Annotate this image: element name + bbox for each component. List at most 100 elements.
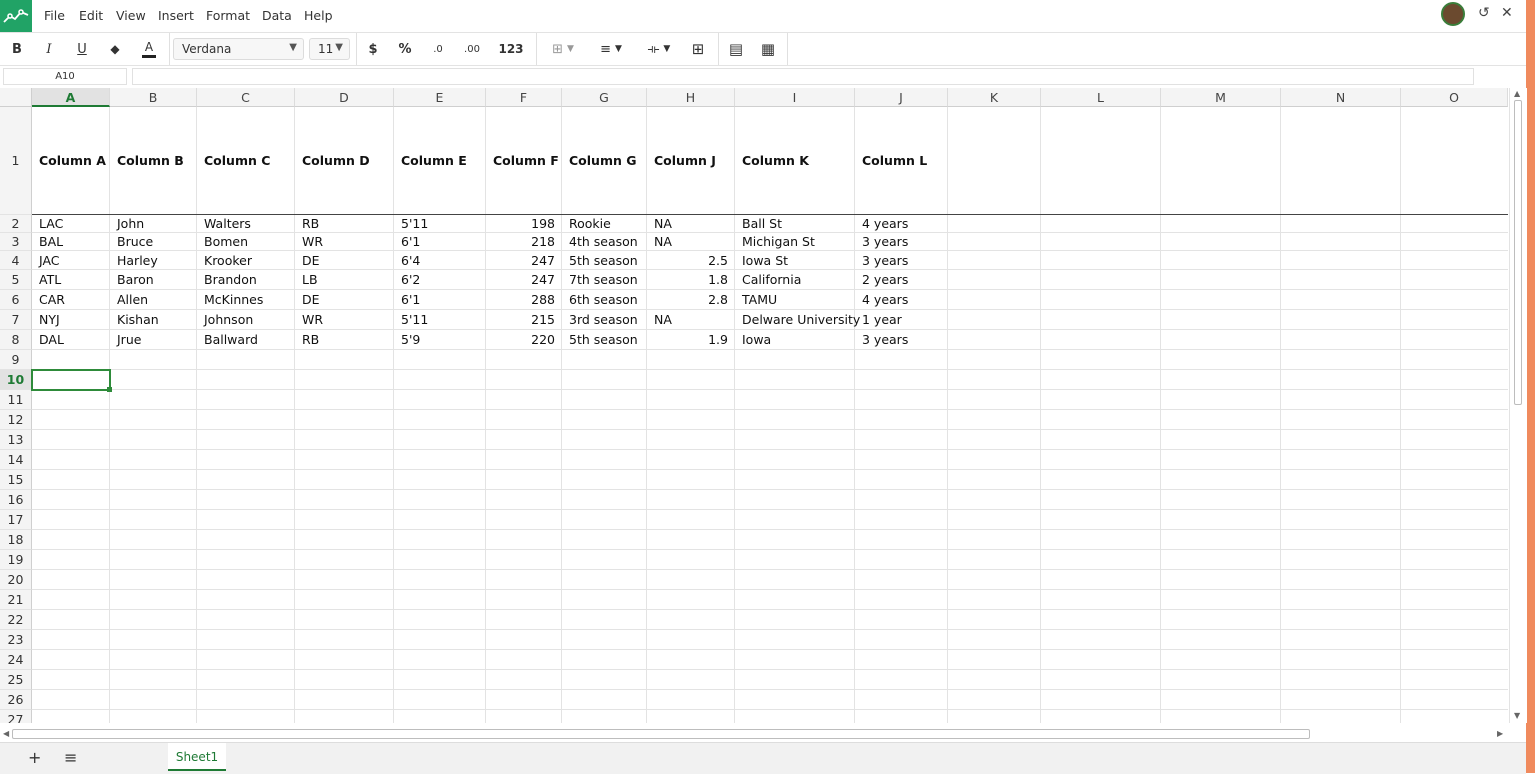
column-header-c[interactable]: C [197, 88, 295, 107]
row-header-1[interactable]: 1 [0, 107, 32, 215]
table-cell[interactable]: California [735, 270, 855, 290]
menu-format[interactable]: Format [206, 8, 250, 23]
table-cell[interactable]: 5'11 [394, 215, 486, 233]
sheet-tab-sheet1[interactable]: Sheet1 [168, 743, 226, 771]
table-cell[interactable]: 5'11 [394, 310, 486, 330]
menu-help[interactable]: Help [304, 8, 333, 23]
table-cell[interactable]: 4 years [855, 290, 948, 310]
row-header-10[interactable]: 10 [0, 370, 32, 390]
menu-view[interactable]: View [116, 8, 146, 23]
row-header-3[interactable]: 3 [0, 233, 32, 251]
text-color-button[interactable]: A [135, 33, 163, 65]
table-cell[interactable]: NA [647, 310, 735, 330]
table-cell[interactable]: DE [295, 290, 394, 310]
table-cell[interactable]: Delware University [735, 310, 860, 330]
table-cell[interactable]: 1.8 [647, 270, 735, 290]
table-cell[interactable]: TAMU [735, 290, 855, 310]
bold-button[interactable]: B [4, 33, 30, 65]
table-cell[interactable]: WR [295, 310, 394, 330]
table-cell[interactable]: Brandon [197, 270, 295, 290]
table-cell[interactable]: Bruce [110, 233, 197, 251]
table-cell[interactable]: 4 years [855, 215, 948, 233]
row-header-17[interactable]: 17 [0, 510, 32, 530]
column-header-e[interactable]: E [394, 88, 486, 107]
row-header-14[interactable]: 14 [0, 450, 32, 470]
table-cell[interactable]: 1.9 [647, 330, 735, 350]
header-cell[interactable]: Column A [32, 107, 110, 215]
table-cell[interactable]: DAL [32, 330, 110, 350]
table-cell[interactable]: 3 years [855, 330, 948, 350]
column-header-i[interactable]: I [735, 88, 855, 107]
row-header-26[interactable]: 26 [0, 690, 32, 710]
vertical-align-dropdown[interactable]: ⟛ ▼ [639, 33, 679, 65]
font-size-select[interactable]: 11 ▼ [309, 38, 350, 60]
row-header-25[interactable]: 25 [0, 670, 32, 690]
table-cell[interactable]: Walters [197, 215, 295, 233]
table-cell[interactable]: 5th season [562, 251, 647, 270]
row-header-8[interactable]: 8 [0, 330, 32, 350]
row-header-21[interactable]: 21 [0, 590, 32, 610]
increase-decimals-button[interactable]: .00 [459, 33, 485, 65]
header-cell[interactable]: Column B [110, 107, 197, 215]
table-cell[interactable]: 220 [486, 330, 562, 350]
selected-cell-outline[interactable] [31, 369, 111, 391]
table-cell[interactable]: NA [647, 233, 735, 251]
vertical-scroll-thumb[interactable] [1514, 100, 1522, 405]
borders-dropdown[interactable]: ⊞ ▼ [543, 33, 583, 65]
column-header-o[interactable]: O [1401, 88, 1508, 107]
table-cell[interactable]: 4th season [562, 233, 647, 251]
row-header-27[interactable]: 27 [0, 710, 32, 723]
table-cell[interactable]: 247 [486, 251, 562, 270]
table-cell[interactable]: Harley [110, 251, 197, 270]
table-cell[interactable]: Jrue [110, 330, 197, 350]
underline-button[interactable]: U [69, 33, 95, 65]
table-cell[interactable]: WR [295, 233, 394, 251]
table-cell[interactable]: RB [295, 330, 394, 350]
row-header-16[interactable]: 16 [0, 490, 32, 510]
user-avatar[interactable] [1441, 2, 1465, 26]
table-cell[interactable]: Johnson [197, 310, 295, 330]
table-cell[interactable]: 6th season [562, 290, 647, 310]
table-cell[interactable]: 6'1 [394, 233, 486, 251]
add-sheet-icon[interactable]: + [28, 748, 41, 767]
column-header-h[interactable]: H [647, 88, 735, 107]
currency-format-button[interactable]: $ [361, 33, 385, 65]
column-header-f[interactable]: F [486, 88, 562, 107]
spreadsheet-grid[interactable]: A B C D E F G H I J K L M N O 1 Column A Column B Column C… [0, 88, 1508, 723]
percent-format-button[interactable]: % [392, 33, 418, 65]
column-header-b[interactable]: B [110, 88, 197, 107]
insert-table-button[interactable]: ▦ [756, 33, 780, 65]
row-header-18[interactable]: 18 [0, 530, 32, 550]
vertical-scrollbar[interactable]: ▲ ▼ [1509, 88, 1527, 723]
table-cell[interactable]: 3rd season [562, 310, 647, 330]
table-cell[interactable]: 218 [486, 233, 562, 251]
table-cell[interactable]: Ballward [197, 330, 295, 350]
horizontal-scroll-thumb[interactable] [12, 729, 1310, 739]
header-cell[interactable]: Column J [647, 107, 735, 215]
table-cell[interactable]: 6'1 [394, 290, 486, 310]
row-header-9[interactable]: 9 [0, 350, 32, 370]
fill-handle[interactable] [107, 387, 112, 392]
header-cell[interactable]: Column D [295, 107, 394, 215]
table-cell[interactable]: LB [295, 270, 394, 290]
table-cell[interactable]: BAL [32, 233, 110, 251]
table-cell[interactable]: 3 years [855, 233, 948, 251]
row-header-15[interactable]: 15 [0, 470, 32, 490]
horizontal-align-dropdown[interactable]: ≡ ▼ [591, 33, 631, 65]
table-cell[interactable]: 2.8 [647, 290, 735, 310]
table-cell[interactable]: NYJ [32, 310, 110, 330]
table-cell[interactable]: Krooker [197, 251, 295, 270]
row-header-22[interactable]: 22 [0, 610, 32, 630]
table-cell[interactable]: 288 [486, 290, 562, 310]
row-header-13[interactable]: 13 [0, 430, 32, 450]
table-cell[interactable]: 3 years [855, 251, 948, 270]
italic-button[interactable]: I [36, 33, 62, 65]
row-header-24[interactable]: 24 [0, 650, 32, 670]
number-format-button[interactable]: 123 [494, 33, 528, 65]
table-cell[interactable]: Rookie [562, 215, 647, 233]
table-cell[interactable]: Michigan St [735, 233, 855, 251]
menu-insert[interactable]: Insert [158, 8, 194, 23]
header-cell[interactable]: Column G [562, 107, 647, 215]
table-cell[interactable]: 6'4 [394, 251, 486, 270]
row-header-6[interactable]: 6 [0, 290, 32, 310]
